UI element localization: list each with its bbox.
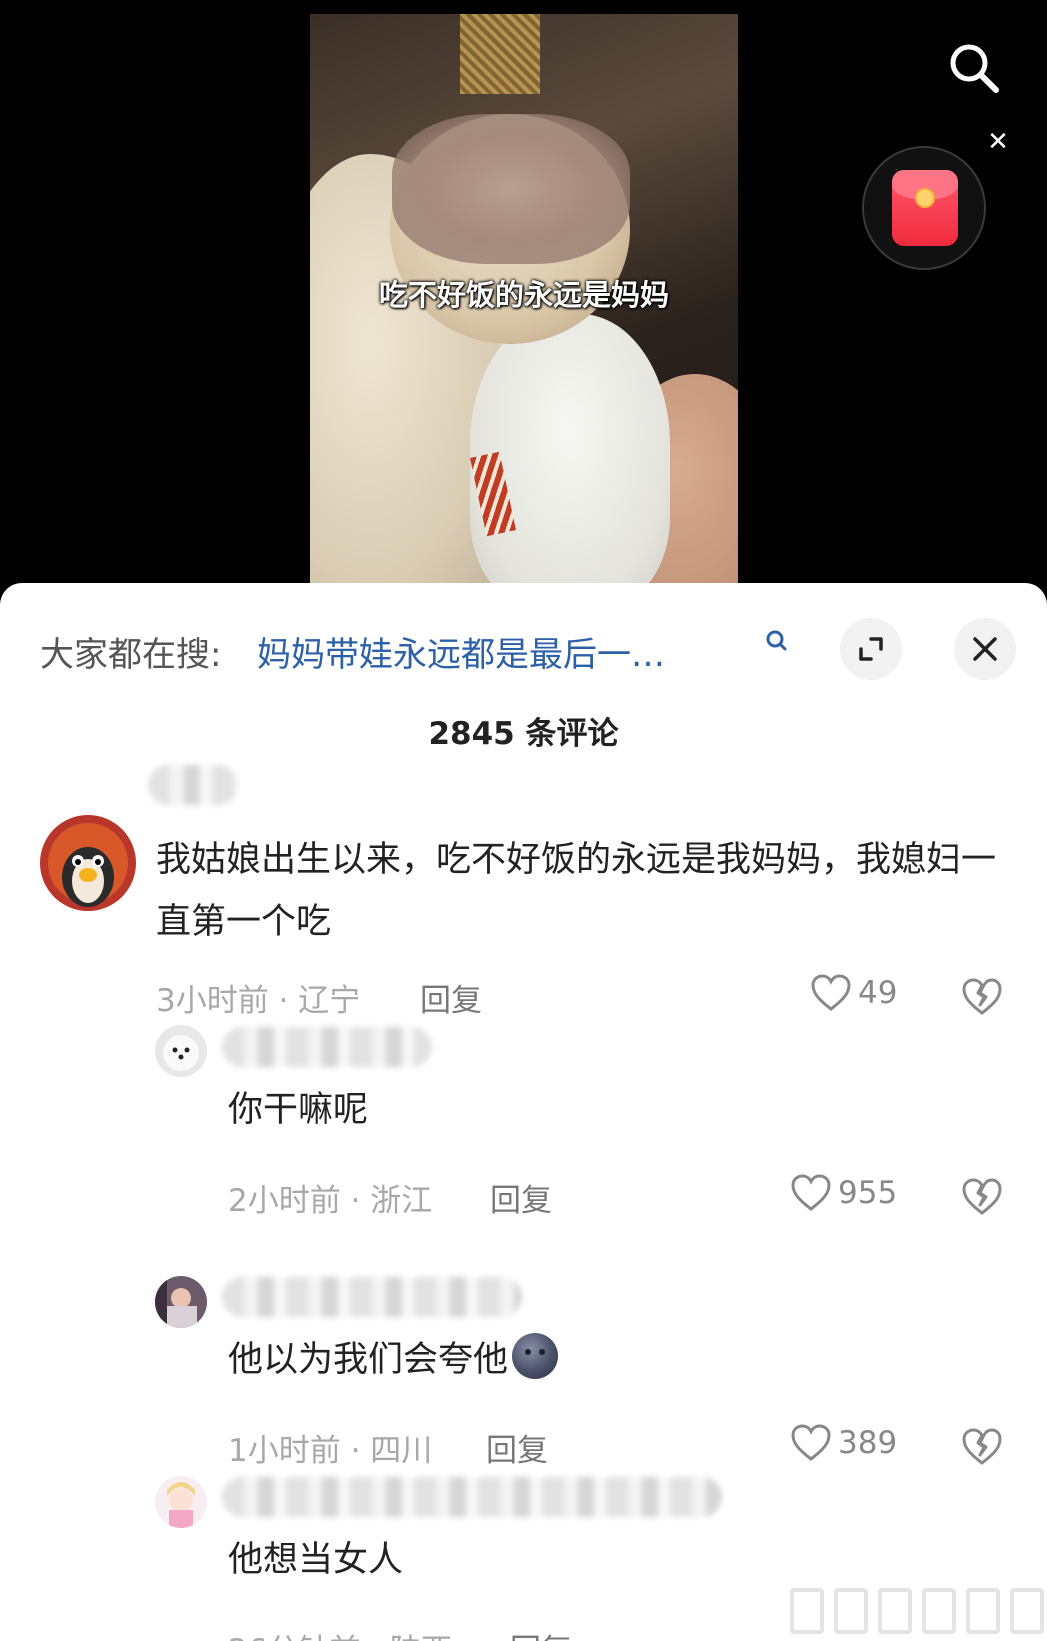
trending-search-query[interactable]: 妈妈带娃永远都是最后一… [257,627,665,676]
comment-sheet: 大家都在搜: 妈妈带娃永远都是最后一… 2845 条评论 我姑娘出生以来，吃不好… [0,583,1047,1641]
reply-button[interactable]: 回复 [510,1625,572,1641]
close-comments-button[interactable] [954,618,1016,680]
avatar[interactable] [155,1476,207,1528]
username-blurred[interactable] [222,1277,522,1317]
watermark-block [922,1588,956,1634]
comment-text: 他以为我们会夸他 [228,1329,559,1391]
comment-text: 他想当女人 [228,1540,404,1580]
comment-text: 你干嘛呢 [228,1090,369,1130]
reply-button[interactable]: 回复 [490,1175,552,1220]
dog-avatar-icon [155,1025,207,1077]
video-face-blur [392,114,630,264]
comment-text-body: 他以为我们会夸他 [228,1340,509,1380]
like-count: 49 [858,975,898,1011]
comment-meta: 26分钟前 · 陕西 [228,1625,452,1641]
comment-meta: 3小时前 · 辽宁 [156,983,361,1019]
trending-search-prefix: 大家都在搜: [40,635,222,675]
watermark-block [834,1588,868,1634]
anime-avatar-icon [155,1476,207,1528]
watermark-block [1010,1588,1044,1634]
broken-heart-icon[interactable] [960,1425,1004,1469]
avatar[interactable] [40,815,136,911]
red-packet-icon [892,170,958,246]
moon-face-emoji-icon [512,1333,559,1379]
expand-icon [859,637,883,661]
heart-icon [791,1424,831,1461]
watermark-block [790,1588,824,1634]
comment-meta: 2小时前 · 浙江 [228,1183,433,1219]
like-button[interactable]: 49 [810,973,897,1013]
close-icon [973,637,997,661]
search-button[interactable] [944,38,1004,98]
username-blurred[interactable] [222,1027,432,1067]
broken-heart-icon[interactable] [960,975,1004,1019]
like-count: 955 [838,1175,898,1211]
like-button[interactable]: 389 [790,1423,897,1463]
red-packet-button[interactable] [862,146,986,270]
reply-button[interactable]: 回复 [486,1425,548,1470]
like-count: 389 [838,1425,898,1461]
username-blurred[interactable] [222,1477,722,1517]
username-blurred[interactable] [148,765,238,805]
comment-text: 我姑娘出生以来，吃不好饭的永远是我妈妈，我媳妇一直第一个吃 [156,840,997,942]
trending-search-row[interactable]: 大家都在搜: 妈妈带娃永远都是最后一… [40,618,1020,680]
video-lamp-shape [460,14,540,94]
search-icon [950,44,999,93]
watermark-logo [790,1588,1044,1634]
red-packet-coin [915,188,935,208]
avatar[interactable] [155,1025,207,1077]
close-icon[interactable]: ✕ [984,128,1012,156]
penguin-avatar-icon [40,815,136,911]
expand-button[interactable] [840,618,902,680]
video-caption: 吃不好饭的永远是妈妈 [378,278,669,312]
avatar[interactable] [155,1276,207,1328]
heart-icon [791,1174,831,1211]
watermark-block [966,1588,1000,1634]
photo-avatar-icon [155,1276,207,1328]
reply-button[interactable]: 回复 [420,975,482,1020]
video-player[interactable]: 吃不好饭的永远是妈妈 ✕ [0,0,1047,590]
video-baby-body-shape [470,314,670,590]
comment-meta: 1小时前 · 四川 [228,1433,433,1469]
comment-count: 2845 条评论 [428,716,619,752]
search-icon[interactable] [762,627,792,657]
like-button[interactable]: 955 [790,1173,897,1213]
broken-heart-icon[interactable] [960,1175,1004,1219]
heart-icon [811,974,851,1011]
watermark-block [878,1588,912,1634]
